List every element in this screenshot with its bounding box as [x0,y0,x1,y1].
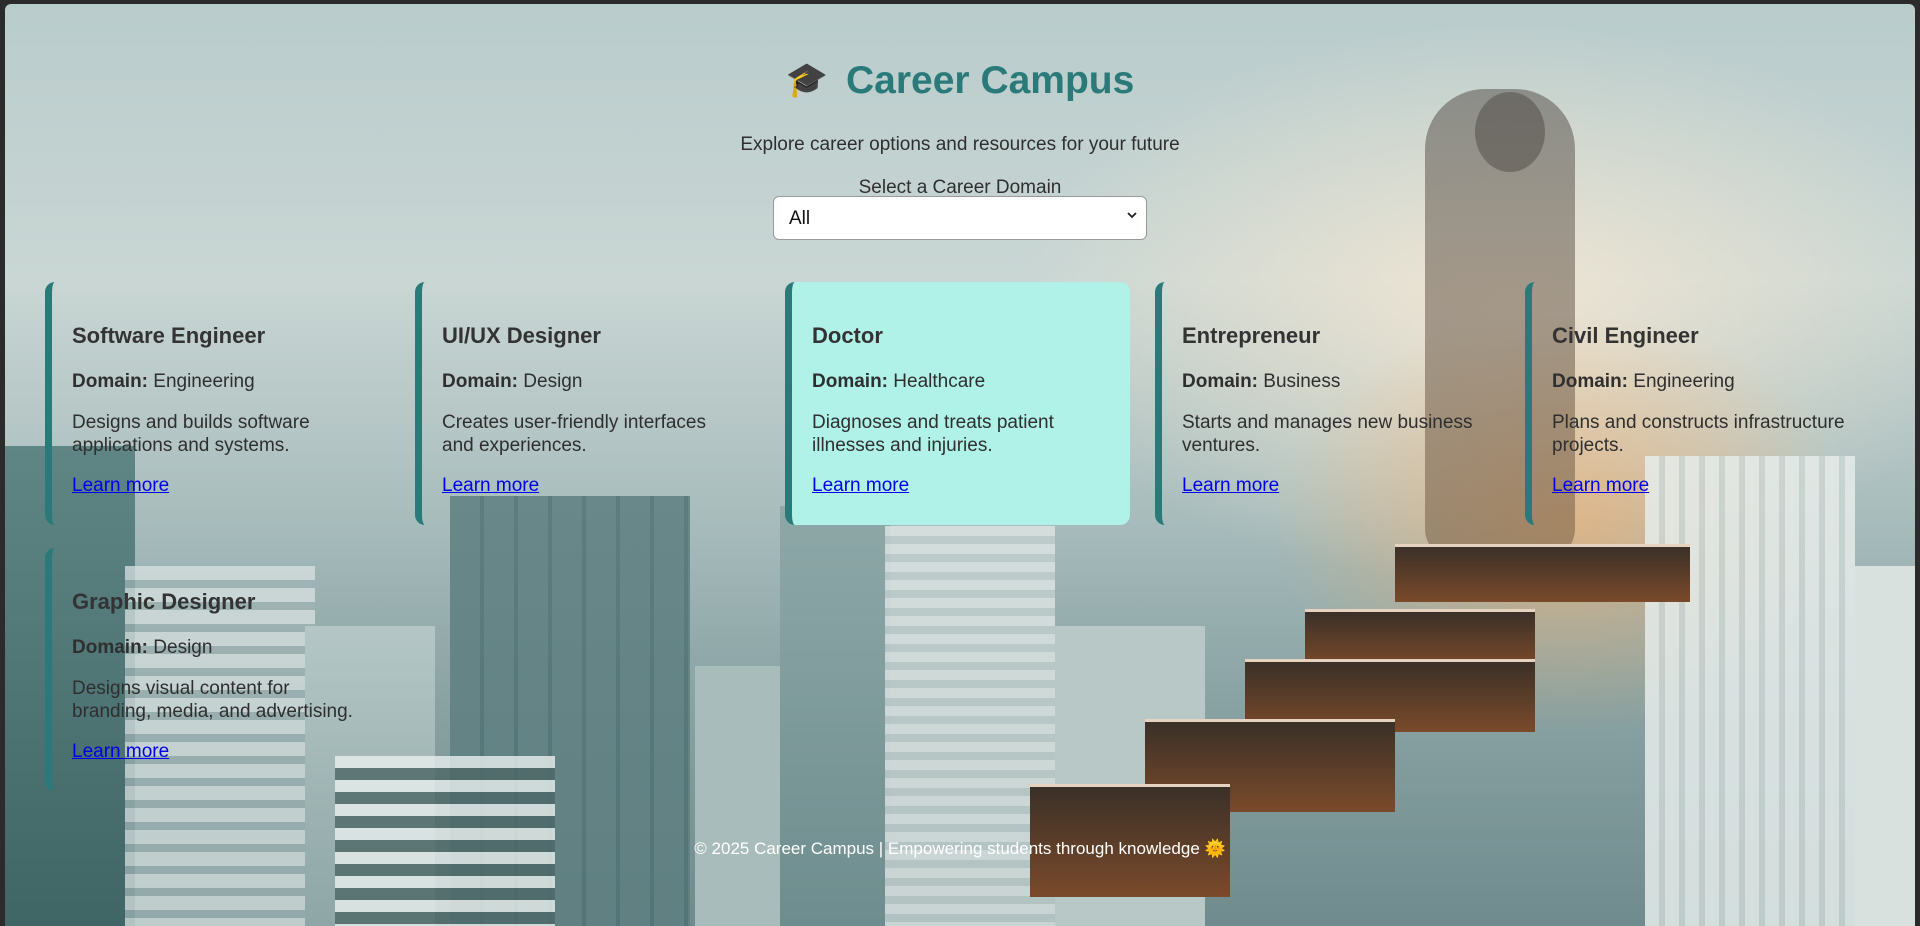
career-card-software-engineer: Software Engineer Domain: Engineering De… [45,282,390,525]
learn-more-link[interactable]: Learn more [72,475,169,497]
domain-label: Domain: [1552,371,1628,392]
domain-value: Healthcare [893,371,986,392]
career-card-description: Creates user-friendly interfaces and exp… [442,412,706,456]
career-card-description: Designs and builds software applications… [72,412,310,456]
career-card-title: Graphic Designer [72,589,256,614]
career-card-description: Starts and manages new business ventures… [1182,412,1473,456]
footer-text: © 2025 Career Campus | Empowering studen… [694,839,1200,858]
domain-value: Engineering [1633,371,1735,392]
sun-icon: 🌞 [1204,839,1226,858]
domain-value: Design [153,637,213,658]
page-subtitle: Explore career options and resources for… [740,134,1180,155]
career-card-description: Diagnoses and treats patient illnesses a… [812,412,1054,456]
career-card-doctor: Doctor Domain: Healthcare Diagnoses and … [785,282,1130,525]
footer: © 2025 Career Campus | Empowering studen… [5,839,1915,859]
learn-more-link[interactable]: Learn more [1182,475,1279,497]
domain-value: Business [1263,371,1341,392]
career-card-ui-ux-designer: UI/UX Designer Domain: Design Creates us… [415,282,760,525]
domain-label: Domain: [72,371,148,392]
page-title-text: Career Campus [846,59,1135,102]
career-card-title: UI/UX Designer [442,323,601,348]
domain-value: Engineering [153,371,255,392]
career-card-domain: Domain: Engineering [1552,371,1850,393]
career-card-domain: Domain: Design [442,371,740,393]
domain-select-value: All [789,208,811,229]
career-card-title: Software Engineer [72,323,266,348]
career-card-title: Doctor [812,323,883,348]
domain-label: Domain: [72,637,148,658]
main-content: 🎓 Career Campus Explore career options an… [5,4,1915,926]
career-card-title: Civil Engineer [1552,323,1699,348]
domain-label: Domain: [442,371,518,392]
career-card-description: Designs visual content for branding, med… [72,678,353,722]
career-card-domain: Domain: Healthcare [812,371,1110,393]
career-card-civil-engineer: Civil Engineer Domain: Engineering Plans… [1525,282,1870,525]
learn-more-link[interactable]: Learn more [442,475,539,497]
domain-value: Design [523,371,583,392]
career-card-description: Plans and constructs infrastructure proj… [1552,412,1845,456]
learn-more-link[interactable]: Learn more [812,475,909,497]
career-card-graphic-designer: Graphic Designer Domain: Design Designs … [45,548,390,791]
career-card-domain: Domain: Business [1182,371,1480,393]
learn-more-link[interactable]: Learn more [1552,475,1649,497]
chevron-down-icon [1127,212,1137,219]
domain-label: Domain: [812,371,888,392]
career-card-entrepreneur: Entrepreneur Domain: Business Starts and… [1155,282,1500,525]
learn-more-link[interactable]: Learn more [72,741,169,763]
domain-label: Domain: [1182,371,1258,392]
page-title: 🎓 Career Campus [5,59,1915,103]
career-card-domain: Domain: Design [72,637,370,659]
graduation-cap-icon: 🎓 [785,61,829,99]
page-background: 🎓 Career Campus Explore career options an… [5,4,1915,926]
career-card-title: Entrepreneur [1182,323,1321,348]
domain-select[interactable]: All [773,196,1147,240]
career-card-domain: Domain: Engineering [72,371,370,393]
